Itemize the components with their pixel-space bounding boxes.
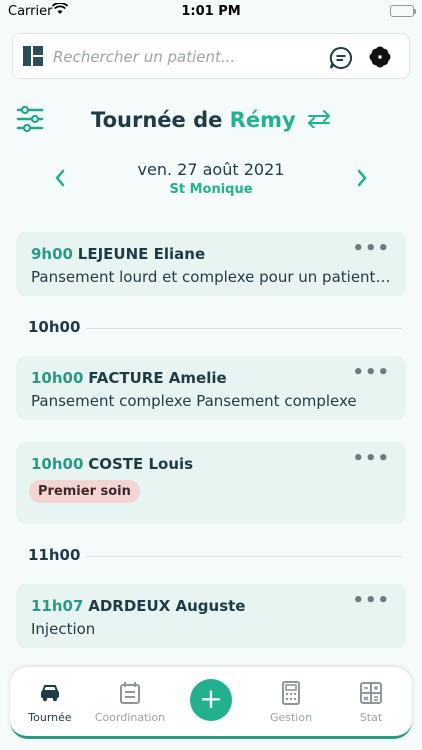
tab-bar: Tournée Coordination + Gestion Stat (10, 667, 412, 739)
next-day-chevron-icon[interactable] (356, 169, 368, 191)
battery-icon (390, 5, 416, 17)
patient-name: COSTE Louis (88, 455, 194, 473)
swap-icon[interactable] (307, 109, 331, 133)
visit-description: Pansement complexe Pansement complexe (31, 392, 357, 410)
date-navigator: ven. 27 août 2021 St Monique (0, 160, 422, 200)
visit-card[interactable]: 9h00 LEJEUNE Eliane Pansement lourd et c… (16, 232, 406, 296)
status-bar: Carrier 1:01 PM (0, 0, 422, 24)
title-prefix: Tournée de (91, 108, 223, 132)
time-section-header: 10h00 (28, 318, 402, 338)
time-section-header: 11h00 (28, 546, 402, 566)
visit-card[interactable]: 10h00 FACTURE Amelie Pansement complexe … (16, 356, 406, 420)
visit-card[interactable]: 10h00 COSTE Louis Premier soin ••• (16, 442, 406, 524)
tour-header: Tournée de Rémy (0, 104, 422, 136)
visit-time: 10h00 (31, 455, 84, 473)
section-label: 11h00 (28, 546, 81, 564)
tab-label: Tournée (28, 711, 72, 724)
more-options-icon[interactable]: ••• (352, 364, 390, 382)
clock: 1:01 PM (181, 4, 241, 19)
visit-time: 10h00 (31, 369, 84, 387)
patient-name: FACTURE Amelie (88, 369, 227, 387)
visit-time: 9h00 (31, 245, 73, 263)
visit-time: 11h07 (31, 597, 84, 615)
visit-list[interactable]: 9h00 LEJEUNE Eliane Pansement lourd et c… (0, 200, 422, 662)
section-label: 10h00 (28, 318, 81, 336)
visit-description: Pansement lourd et complexe pour un pati… (31, 268, 393, 286)
flower-icon[interactable] (369, 46, 391, 72)
add-visit-button[interactable]: + (190, 679, 232, 721)
more-options-icon[interactable]: ••• (352, 592, 390, 610)
page-title: Tournée de Rémy (0, 108, 422, 133)
visit-card[interactable]: 11h07 ADRDEUX Auguste Injection ••• (16, 584, 406, 648)
dashboard-icon[interactable] (23, 46, 43, 70)
stats-icon (331, 681, 411, 707)
chat-icon[interactable] (329, 46, 353, 74)
more-options-icon[interactable]: ••• (352, 240, 390, 258)
search-bar[interactable]: Rechercher un patient... (12, 33, 410, 79)
tab-coordination[interactable]: Coordination (90, 681, 170, 724)
tab-label: Stat (359, 711, 383, 724)
car-icon (10, 681, 90, 707)
section-divider (86, 328, 402, 329)
tab-gestion[interactable]: Gestion (251, 681, 331, 724)
nurse-name[interactable]: Rémy (230, 108, 296, 132)
calculator-icon (251, 681, 331, 707)
tab-label: Coordination (94, 711, 166, 724)
visit-description: Injection (31, 620, 96, 638)
section-divider (86, 556, 402, 557)
more-options-icon[interactable]: ••• (352, 450, 390, 468)
search-input[interactable]: Rechercher un patient... (53, 48, 235, 66)
first-care-badge: Premier soin (29, 480, 140, 503)
calendar-icon (90, 681, 170, 707)
patient-name: ADRDEUX Auguste (88, 597, 246, 615)
tab-label: Gestion (269, 711, 313, 724)
patient-name: LEJEUNE Eliane (77, 245, 206, 263)
tab-tournee[interactable]: Tournée (10, 681, 90, 724)
tab-stat[interactable]: Stat (331, 681, 411, 724)
